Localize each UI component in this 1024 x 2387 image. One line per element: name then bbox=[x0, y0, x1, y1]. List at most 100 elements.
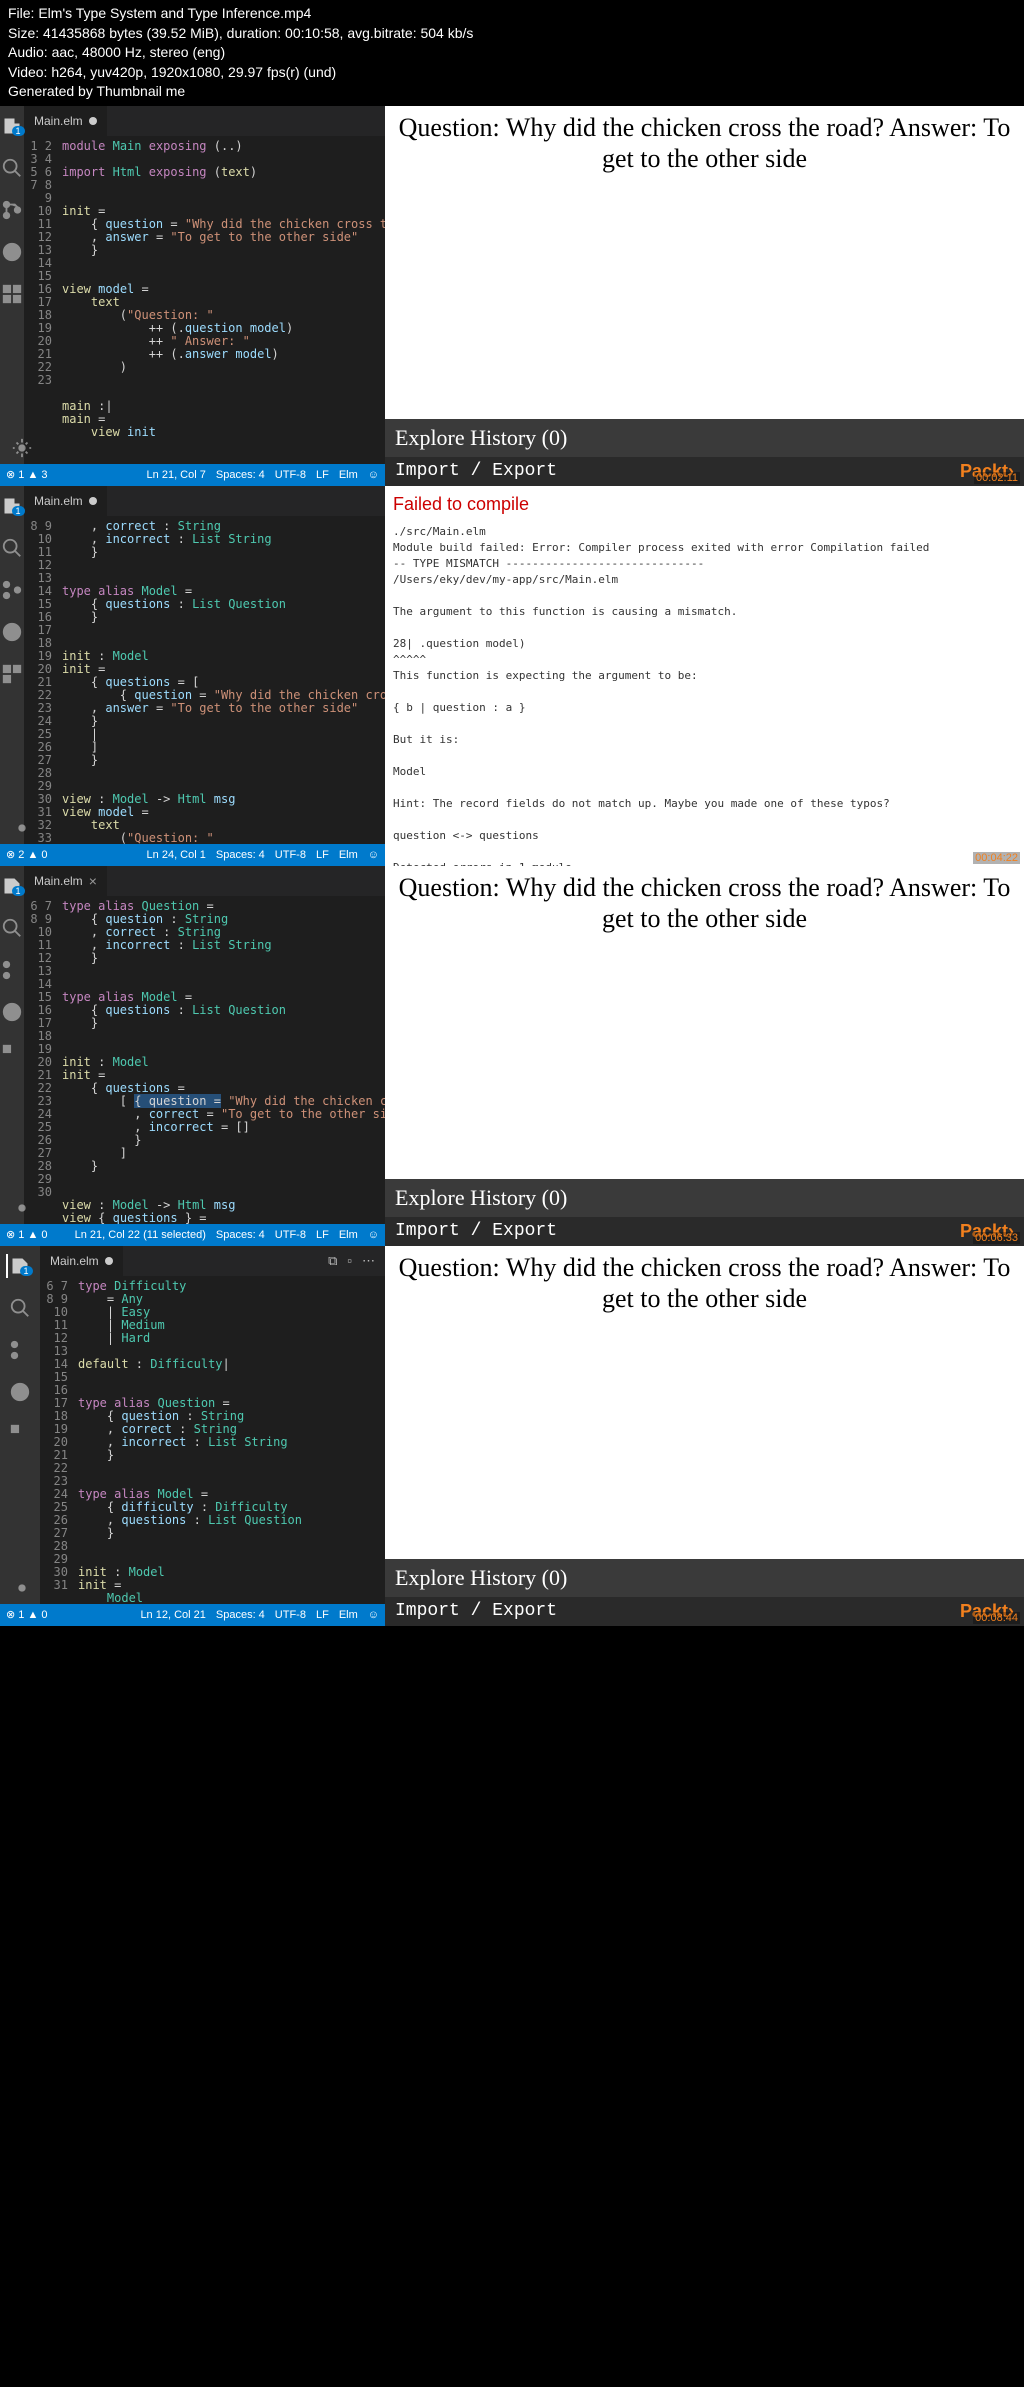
search-icon[interactable] bbox=[0, 916, 24, 940]
debug-icon[interactable] bbox=[0, 240, 24, 264]
feedback-icon[interactable]: ☺ bbox=[368, 1609, 379, 1621]
editor-tab[interactable]: Main.elm bbox=[24, 106, 107, 136]
code-content[interactable]: type Difficulty = Any | Easy | Medium | … bbox=[78, 1276, 385, 1604]
code-content[interactable]: module Main exposing (..) import Html ex… bbox=[62, 136, 385, 464]
extensions-icon[interactable] bbox=[0, 282, 24, 306]
editor-tab[interactable]: Main.elm × bbox=[24, 866, 107, 896]
problems-count[interactable]: ⊗ 1 ▲ 0 bbox=[6, 1228, 48, 1241]
extensions-icon[interactable] bbox=[0, 1042, 24, 1066]
files-icon[interactable]: 1 bbox=[0, 114, 22, 138]
activity-bar: 1 bbox=[0, 106, 24, 464]
split-editor-icon[interactable]: ▫ bbox=[347, 1253, 352, 1269]
settings-gear-icon[interactable] bbox=[10, 1196, 34, 1220]
indent-setting[interactable]: Spaces: 4 bbox=[216, 1229, 265, 1241]
settings-gear-icon[interactable] bbox=[10, 816, 34, 840]
files-icon[interactable]: 1 bbox=[0, 494, 22, 518]
compare-icon[interactable]: ⧉ bbox=[328, 1253, 337, 1269]
status-bar: ⊗ 1 ▲ 3 Ln 21, Col 7 Spaces: 4 UTF-8 LF … bbox=[0, 464, 385, 486]
settings-gear-icon[interactable] bbox=[10, 1576, 34, 1600]
debug-history-header[interactable]: Explore History (0) bbox=[385, 1559, 1024, 1597]
debug-import-export[interactable]: Import / Export Packt› bbox=[385, 457, 1024, 486]
error-message: This function is expecting the argument … bbox=[393, 669, 1016, 682]
files-icon[interactable]: 1 bbox=[0, 874, 22, 898]
encoding[interactable]: UTF-8 bbox=[275, 469, 306, 481]
language-mode[interactable]: Elm bbox=[339, 469, 358, 481]
settings-gear-icon[interactable] bbox=[10, 436, 34, 460]
tab-filename: Main.elm bbox=[34, 874, 83, 888]
close-icon[interactable]: × bbox=[89, 873, 97, 889]
feedback-icon[interactable]: ☺ bbox=[368, 469, 379, 481]
import-export-label: Import / Export bbox=[395, 461, 557, 481]
cursor-position[interactable]: Ln 21, Col 7 bbox=[147, 469, 206, 481]
vscode-editor: 1 Main.elm × ⧉▫⋯ 6 7 8 9 10 11 12 13 14 … bbox=[0, 866, 385, 1246]
video-timestamp: 00:04:22 bbox=[973, 852, 1020, 864]
line-numbers: 1 2 3 4 5 6 7 8 9 10 11 12 13 14 15 16 1… bbox=[24, 136, 62, 464]
code-content[interactable]: type alias Question = { question : Strin… bbox=[62, 896, 385, 1224]
source-control-icon[interactable] bbox=[8, 1338, 32, 1362]
meta-file: File: Elm's Type System and Type Inferen… bbox=[8, 4, 1016, 24]
code-content[interactable]: , correct : String , incorrect : List St… bbox=[62, 516, 385, 844]
source-control-icon[interactable] bbox=[0, 198, 24, 222]
error-actual-type: Model bbox=[393, 765, 1016, 778]
extensions-icon[interactable] bbox=[0, 662, 24, 686]
encoding[interactable]: UTF-8 bbox=[275, 1229, 306, 1241]
search-icon[interactable] bbox=[8, 1296, 32, 1320]
debug-icon[interactable] bbox=[0, 620, 24, 644]
video-timestamp: 00:08:44 bbox=[973, 1612, 1020, 1624]
search-icon[interactable] bbox=[0, 156, 24, 180]
error-code-line: 28| .question model) bbox=[393, 637, 1016, 650]
editor-tab[interactable]: Main.elm bbox=[40, 1246, 123, 1276]
activity-bar: 1 bbox=[0, 866, 24, 1224]
eol[interactable]: LF bbox=[316, 849, 329, 861]
search-icon[interactable] bbox=[0, 536, 24, 560]
language-mode[interactable]: Elm bbox=[339, 1609, 358, 1621]
editor-tab[interactable]: Main.elm bbox=[24, 486, 107, 516]
browser-preview: Question: Why did the chicken cross the … bbox=[385, 866, 1024, 1246]
cursor-position[interactable]: Ln 24, Col 1 bbox=[147, 849, 206, 861]
indent-setting[interactable]: Spaces: 4 bbox=[216, 849, 265, 861]
problems-count[interactable]: ⊗ 1 ▲ 3 bbox=[6, 468, 48, 481]
line-numbers: 6 7 8 9 10 11 12 13 14 15 16 17 18 19 20… bbox=[40, 1276, 78, 1604]
debug-icon[interactable] bbox=[0, 1000, 24, 1024]
problems-count[interactable]: ⊗ 1 ▲ 0 bbox=[6, 1608, 48, 1621]
feedback-icon[interactable]: ☺ bbox=[368, 1229, 379, 1241]
extensions-icon[interactable] bbox=[8, 1422, 32, 1446]
feedback-icon[interactable]: ☺ bbox=[368, 849, 379, 861]
debug-history-header[interactable]: Explore History (0) bbox=[385, 419, 1024, 457]
error-expected-type: { b | question : a } bbox=[393, 701, 1016, 714]
debug-import-export[interactable]: Import / Export Packt› bbox=[385, 1217, 1024, 1246]
meta-generated: Generated by Thumbnail me bbox=[8, 82, 1016, 102]
activity-bar: 1 bbox=[0, 486, 24, 844]
debug-history-header[interactable]: Explore History (0) bbox=[385, 1179, 1024, 1217]
compile-error-panel: Failed to compile ./src/Main.elm Module … bbox=[385, 486, 1024, 903]
debug-icon[interactable] bbox=[8, 1380, 32, 1404]
eol[interactable]: LF bbox=[316, 1609, 329, 1621]
tab-bar: Main.elm ⧉ ▫ ⋯ bbox=[40, 1246, 385, 1276]
cursor-position[interactable]: Ln 12, Col 21 bbox=[140, 1609, 205, 1621]
language-mode[interactable]: Elm bbox=[339, 849, 358, 861]
eol[interactable]: LF bbox=[316, 1229, 329, 1241]
more-icon[interactable]: ⋯ bbox=[362, 1253, 375, 1269]
video-timestamp: 00:06:33 bbox=[973, 1232, 1020, 1244]
meta-audio: Audio: aac, 48000 Hz, stereo (eng) bbox=[8, 43, 1016, 63]
files-icon[interactable]: 1 bbox=[6, 1254, 30, 1278]
language-mode[interactable]: Elm bbox=[339, 1229, 358, 1241]
indent-setting[interactable]: Spaces: 4 bbox=[216, 469, 265, 481]
eol[interactable]: LF bbox=[316, 469, 329, 481]
problems-count[interactable]: ⊗ 2 ▲ 0 bbox=[6, 848, 48, 861]
source-control-icon[interactable] bbox=[0, 958, 24, 982]
files-badge: 1 bbox=[20, 1266, 33, 1276]
error-message: The argument to this function is causing… bbox=[393, 605, 1016, 618]
file-metadata: File: Elm's Type System and Type Inferen… bbox=[0, 0, 1024, 106]
indent-setting[interactable]: Spaces: 4 bbox=[216, 1609, 265, 1621]
meta-size: Size: 41435868 bytes (39.52 MiB), durati… bbox=[8, 24, 1016, 44]
debug-import-export[interactable]: Import / Export Packt› bbox=[385, 1597, 1024, 1626]
thumbnail-1: 1 Main.elm ⧉ ▫ ⋯ bbox=[0, 106, 1024, 486]
source-control-icon[interactable] bbox=[0, 578, 24, 602]
import-export-label: Import / Export bbox=[395, 1601, 557, 1621]
tab-filename: Main.elm bbox=[34, 494, 83, 508]
thumbnail-4: 1 Main.elm ⧉ ▫ ⋯ 6 7 8 9 10 11 12 13 14 15… bbox=[0, 1246, 1024, 1626]
encoding[interactable]: UTF-8 bbox=[275, 1609, 306, 1621]
cursor-position[interactable]: Ln 21, Col 22 (11 selected) bbox=[75, 1229, 206, 1241]
encoding[interactable]: UTF-8 bbox=[275, 849, 306, 861]
